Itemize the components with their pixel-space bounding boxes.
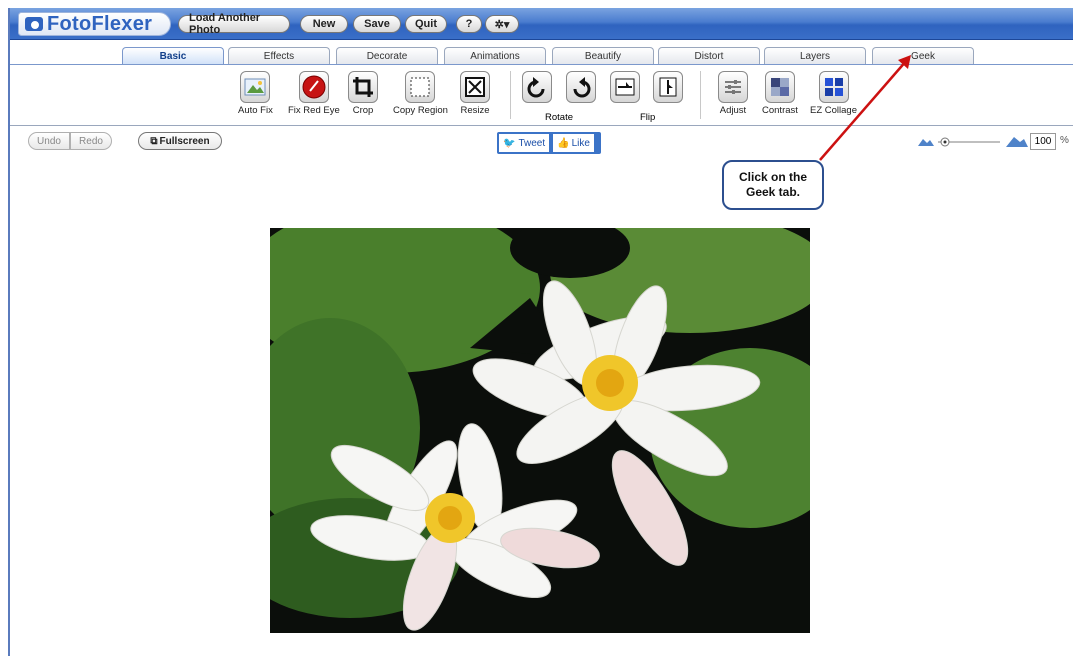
instruction-callout: Click on the Geek tab. [722, 160, 824, 210]
tab-bar: Basic Effects Decorate Animations Beauti… [10, 45, 1073, 65]
new-button[interactable]: New [300, 15, 348, 33]
tab-distort[interactable]: Distort [658, 47, 760, 65]
flip-vertical-icon [653, 71, 683, 103]
flip-label: Flip [640, 112, 656, 123]
logo-text: FotoFlexer [47, 12, 153, 35]
twitter-bird-icon: 🐦 [503, 137, 516, 149]
crop-tool[interactable]: Crop [348, 71, 378, 116]
load-another-photo-button[interactable]: Load Another Photo [178, 12, 290, 36]
like-label: Like [571, 137, 590, 149]
tweet-label: Tweet [518, 137, 546, 149]
rotate-right-button[interactable] [566, 71, 596, 103]
undo-button[interactable]: Undo [28, 132, 70, 150]
crop-icon [348, 71, 378, 103]
tab-beautify[interactable]: Beautify [552, 47, 654, 65]
fix-red-eye-label: Fix Red Eye [288, 105, 340, 116]
redo-button[interactable]: Redo [70, 132, 112, 150]
thumbs-up-icon: 👍 [557, 137, 570, 149]
copy-region-tool[interactable]: Copy Region [393, 71, 448, 116]
tweet-button[interactable]: 🐦 Tweet [499, 134, 550, 152]
auto-fix-tool[interactable]: Auto Fix [238, 71, 273, 116]
resize-label: Resize [460, 105, 490, 116]
social-bar: 🐦 Tweet 👍 Like [497, 132, 601, 154]
separator [510, 71, 511, 119]
resize-tool[interactable]: Resize [460, 71, 490, 116]
tab-layers[interactable]: Layers [764, 47, 866, 65]
zoom-slider[interactable] [918, 134, 1028, 150]
zoom-in-icon [1006, 137, 1028, 147]
auto-fix-icon [240, 71, 271, 103]
app-logo: FotoFlexer [18, 12, 172, 36]
sliders-icon [718, 71, 748, 103]
fix-red-eye-tool[interactable]: Fix Red Eye [288, 71, 340, 116]
separator [700, 71, 701, 119]
adjust-label: Adjust [719, 105, 747, 116]
contrast-icon [764, 71, 795, 103]
contrast-label: Contrast [762, 105, 798, 116]
tool-panel: Auto Fix Fix Red Eye Crop Copy Region Re… [10, 64, 1073, 126]
rotate-right-icon [566, 71, 596, 103]
auto-fix-label: Auto Fix [238, 105, 273, 116]
contrast-tool[interactable]: Contrast [762, 71, 798, 116]
adjust-tool[interactable]: Adjust [718, 71, 748, 116]
rotate-left-button[interactable] [522, 71, 552, 103]
fullscreen-label: Fullscreen [159, 135, 210, 147]
header-bar: FotoFlexer Load Another Photo New Save Q… [10, 8, 1073, 40]
tab-geek[interactable]: Geek [872, 47, 974, 65]
save-button[interactable]: Save [353, 15, 401, 33]
rotate-left-icon [522, 71, 552, 103]
red-eye-icon [298, 71, 329, 103]
zoom-unit: % [1060, 135, 1069, 146]
flip-horizontal-button[interactable] [610, 71, 640, 103]
tab-animations[interactable]: Animations [444, 47, 546, 65]
ez-collage-tool[interactable]: EZ Collage [810, 71, 857, 116]
tab-decorate[interactable]: Decorate [336, 47, 438, 65]
app-window: FotoFlexer Load Another Photo New Save Q… [8, 8, 1073, 656]
rotate-label: Rotate [545, 112, 573, 123]
tab-basic[interactable]: Basic [122, 47, 224, 65]
fullscreen-icon: ⧉ [150, 135, 158, 147]
ez-collage-label: EZ Collage [810, 105, 857, 116]
photo-canvas[interactable] [270, 228, 810, 633]
camera-icon [25, 17, 43, 31]
help-button[interactable]: ? [456, 15, 482, 33]
zoom-value-field[interactable]: 100 [1030, 133, 1056, 150]
copy-region-label: Copy Region [393, 105, 448, 116]
tab-effects[interactable]: Effects [228, 47, 330, 65]
flip-horizontal-icon [610, 71, 640, 103]
like-button[interactable]: 👍 Like [553, 134, 594, 152]
crop-label: Crop [352, 105, 374, 116]
quit-button[interactable]: Quit [405, 15, 447, 33]
settings-button[interactable]: ✲▾ [485, 15, 519, 33]
resize-icon [460, 71, 490, 103]
collage-icon [818, 71, 849, 103]
zoom-out-icon [918, 139, 934, 146]
fullscreen-button[interactable]: ⧉ Fullscreen [138, 132, 222, 150]
flip-vertical-button[interactable] [653, 71, 683, 103]
copy-region-icon [405, 71, 436, 103]
